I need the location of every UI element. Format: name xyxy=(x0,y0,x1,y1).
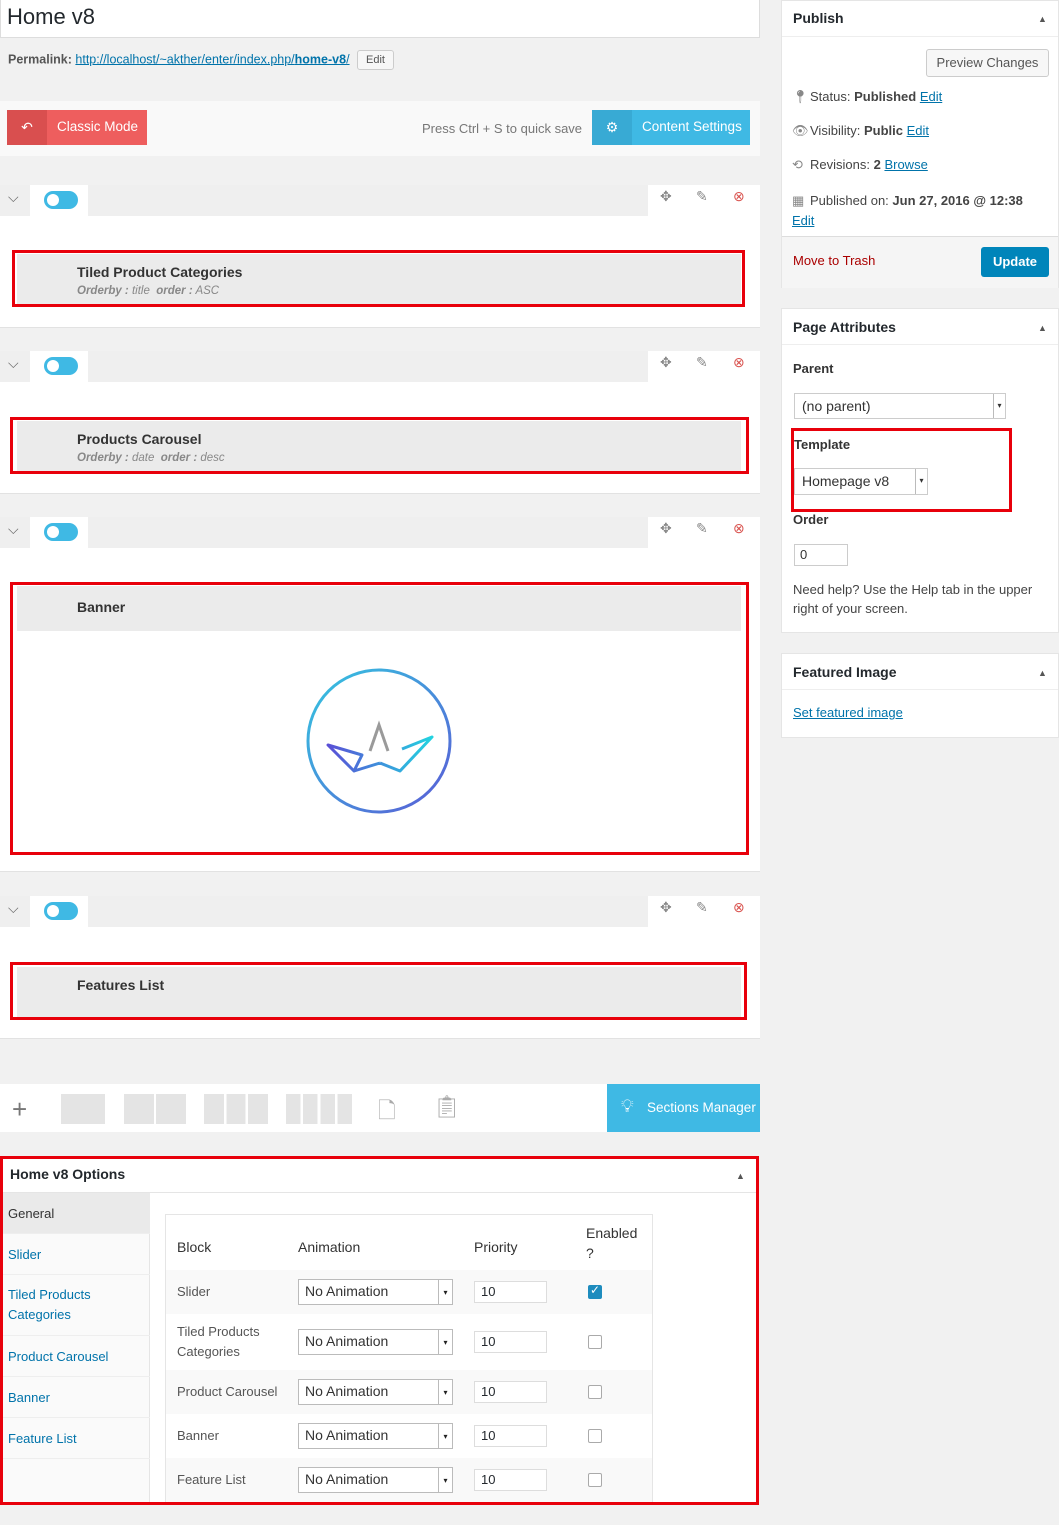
permalink-edit-button[interactable]: Edit xyxy=(357,50,394,70)
delete-icon[interactable]: ⊗ xyxy=(733,188,745,205)
chevron-down-icon[interactable]: ⌵ xyxy=(8,900,24,916)
clipboard-icon[interactable]: 📋︎ xyxy=(433,1094,461,1120)
gear-icon: ⚙ xyxy=(592,110,632,145)
order-label: Order xyxy=(793,512,829,527)
highlight-box xyxy=(0,1156,759,1505)
highlight-box xyxy=(12,250,745,307)
section-toggle[interactable] xyxy=(44,357,78,375)
title-field[interactable]: Home v8 xyxy=(0,0,760,38)
help-text: Need help? Use the Help tab in the upper… xyxy=(793,582,1033,616)
collapse-arrow-icon[interactable]: ▲ xyxy=(1038,14,1047,24)
post-title-input[interactable]: Home v8 xyxy=(7,4,95,30)
layout-4-columns[interactable] xyxy=(286,1094,352,1124)
lightbulb-icon: 💡︎ xyxy=(621,1096,634,1116)
browse-revisions-link[interactable]: Browse xyxy=(884,157,927,172)
visibility-edit-link[interactable]: Edit xyxy=(907,123,929,138)
history-icon: ⟲ xyxy=(792,157,803,172)
move-icon[interactable]: ✥ xyxy=(660,354,672,371)
date-edit-link[interactable]: Edit xyxy=(792,213,814,228)
set-featured-image-link[interactable]: Set featured image xyxy=(793,705,903,720)
featured-image-box: Featured Image ▲ Set featured image xyxy=(781,653,1059,738)
chevron-down-icon[interactable]: ⌵ xyxy=(8,521,24,537)
edit-icon[interactable]: ✎ xyxy=(696,188,708,205)
order-input[interactable]: 0 xyxy=(794,544,848,566)
highlight-box xyxy=(10,417,749,474)
edit-icon[interactable]: ✎ xyxy=(696,520,708,537)
document-icon[interactable]: 🗋 xyxy=(378,1094,396,1132)
delete-icon[interactable]: ⊗ xyxy=(733,354,745,371)
highlight-box xyxy=(10,582,749,855)
move-icon[interactable]: ✥ xyxy=(660,188,672,205)
plus-icon[interactable]: + xyxy=(12,1094,27,1125)
move-icon[interactable]: ✥ xyxy=(660,520,672,537)
published-on-row: ▦ Published on: Jun 27, 2016 @ 12:38 Edit xyxy=(792,193,1023,228)
chevron-down-icon[interactable]: ⌵ xyxy=(8,355,24,371)
delete-icon[interactable]: ⊗ xyxy=(733,520,745,537)
visibility-row: 👁︎Visibility: Public Edit xyxy=(792,123,930,138)
permalink-row: Permalink: http://localhost/~akther/ente… xyxy=(8,50,394,70)
content-settings-button[interactable]: ⚙ Content Settings xyxy=(592,110,750,145)
highlight-box xyxy=(791,428,1012,512)
publish-box: Publish ▲ Preview Changes 📍︎Status: Publ… xyxy=(781,0,1059,288)
move-icon[interactable]: ✥ xyxy=(660,899,672,916)
update-button[interactable]: Update xyxy=(981,247,1049,277)
section-toggle[interactable] xyxy=(44,191,78,209)
section-row: ⌵ ✥ ✎ ⊗ Banner xyxy=(0,517,760,872)
section-toggle[interactable] xyxy=(44,523,78,541)
highlight-box xyxy=(10,962,747,1020)
quick-save-hint: Press Ctrl + S to quick save xyxy=(422,121,583,136)
back-arrow-icon: ↶ xyxy=(7,110,47,145)
pin-icon: 📍︎ xyxy=(792,89,809,104)
move-to-trash-link[interactable]: Move to Trash xyxy=(793,253,875,268)
dropdown-arrow-icon: ▾ xyxy=(993,394,1005,418)
parent-label: Parent xyxy=(793,361,834,376)
section-row: ⌵ ✥ ✎ ⊗ Features List xyxy=(0,896,760,1039)
permalink-link[interactable]: http://localhost/~akther/enter/index.php… xyxy=(75,52,349,66)
section-toggle[interactable] xyxy=(44,902,78,920)
section-row: ⌵ ✥ ✎ ⊗ Tiled Product Categories Orderby… xyxy=(0,185,760,328)
layout-2-columns[interactable] xyxy=(124,1094,186,1124)
permalink-label: Permalink: xyxy=(8,52,72,67)
layout-1-column[interactable] xyxy=(61,1094,105,1124)
sections-manager-button[interactable]: 💡︎ Sections Manager xyxy=(607,1084,760,1132)
chevron-down-icon[interactable]: ⌵ xyxy=(8,189,24,205)
collapse-arrow-icon[interactable]: ▲ xyxy=(1038,323,1047,333)
edit-icon[interactable]: ✎ xyxy=(696,354,708,371)
delete-icon[interactable]: ⊗ xyxy=(733,899,745,916)
status-edit-link[interactable]: Edit xyxy=(920,89,942,104)
collapse-arrow-icon[interactable]: ▲ xyxy=(1038,668,1047,678)
status-row: 📍︎Status: Published Edit xyxy=(792,89,943,104)
parent-select[interactable]: (no parent) ▾ xyxy=(794,393,1006,419)
publish-title: Publish xyxy=(793,10,844,26)
featured-image-title: Featured Image xyxy=(793,664,897,680)
layout-3-columns[interactable] xyxy=(204,1094,268,1124)
page-attributes-title: Page Attributes xyxy=(793,319,896,335)
revisions-row: ⟲ Revisions: 2 Browse xyxy=(792,157,928,172)
preview-changes-button[interactable]: Preview Changes xyxy=(926,49,1049,77)
calendar-icon: ▦ xyxy=(792,193,805,208)
eye-icon: 👁︎ xyxy=(792,123,809,138)
classic-mode-button[interactable]: ↶ Classic Mode xyxy=(7,110,147,145)
edit-icon[interactable]: ✎ xyxy=(696,899,708,916)
section-row: ⌵ ✥ ✎ ⊗ Products Carousel Orderby : date… xyxy=(0,351,760,494)
